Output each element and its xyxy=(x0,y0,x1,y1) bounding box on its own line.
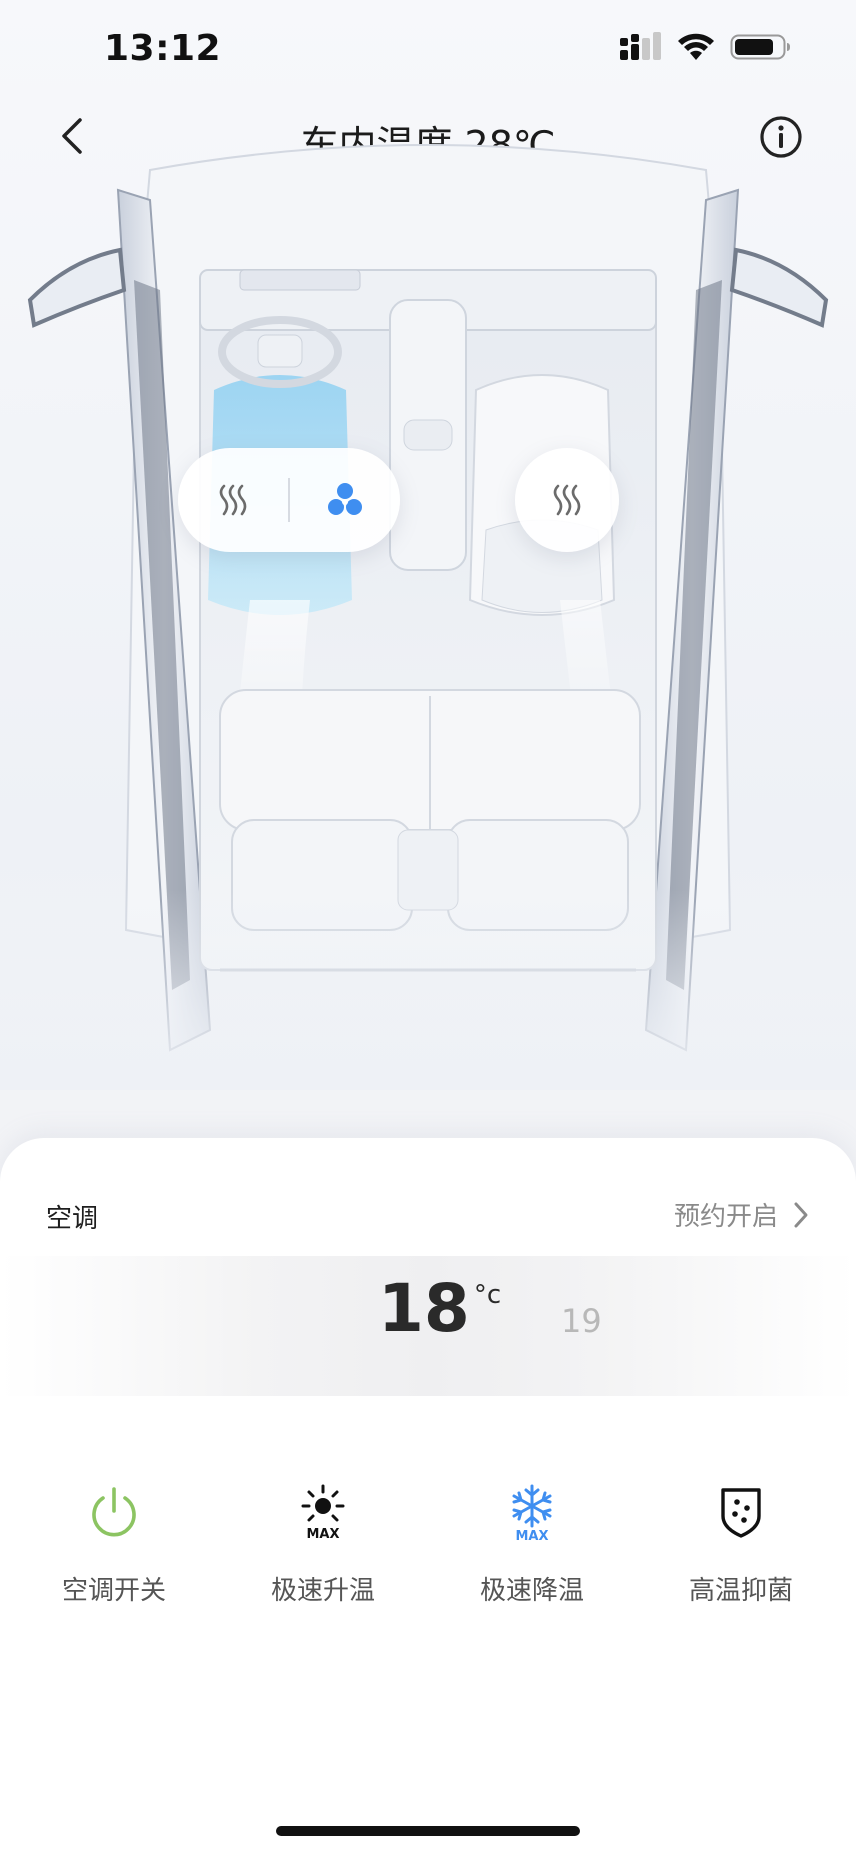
status-time: 13:12 xyxy=(104,28,222,69)
action-label: 极速降温 xyxy=(479,1576,584,1606)
action-label: 高温抑菌 xyxy=(688,1576,793,1606)
left-mirror xyxy=(27,247,127,328)
temperature-value: 18 xyxy=(378,1270,470,1347)
temperature-current: 18 °c xyxy=(378,1276,501,1342)
right-mirror xyxy=(729,247,829,328)
temperature-next-option[interactable]: 19 xyxy=(561,1302,602,1340)
car-cabin-illustration xyxy=(0,144,856,1090)
seat-heat-icon xyxy=(553,484,581,516)
front-seat-ventilation-button[interactable] xyxy=(290,448,400,552)
wifi-icon xyxy=(678,33,714,60)
temperature-picker[interactable]: 18 °c 19 xyxy=(0,1256,856,1396)
temperature-unit: °c xyxy=(473,1280,502,1310)
sterilize-button[interactable]: 高温抑菌 xyxy=(651,1482,831,1622)
shield-dots-icon xyxy=(711,1482,771,1542)
snowflake-max-icon: MAX xyxy=(502,1482,562,1542)
sun-max-icon: MAX xyxy=(293,1482,353,1542)
action-label: 极速升温 xyxy=(270,1576,375,1606)
climate-panel: 空调 预约开启 18 °c 19 空调开关 MAX 极速升温 MAX 极速降温 … xyxy=(0,1138,856,1852)
power-icon xyxy=(84,1482,144,1542)
status-icons xyxy=(618,32,792,62)
cellular-signal-icon xyxy=(620,32,661,60)
action-label: 空调开关 xyxy=(61,1576,166,1606)
max-badge: MAX xyxy=(515,1529,548,1542)
ac-power-button[interactable]: 空调开关 xyxy=(24,1482,204,1622)
schedule-label: 预约开启 xyxy=(673,1202,778,1232)
quick-actions: 空调开关 MAX 极速升温 MAX 极速降温 高温抑菌 xyxy=(0,1482,856,1622)
home-indicator[interactable] xyxy=(276,1826,580,1836)
status-bar: 13:12 xyxy=(0,0,856,100)
front-seat-controls xyxy=(178,448,400,552)
rapid-heat-button[interactable]: MAX 极速升温 xyxy=(233,1482,413,1622)
rear-seat-heat-button[interactable] xyxy=(515,448,619,552)
schedule-button[interactable]: 预约开启 xyxy=(674,1196,810,1233)
seat-ventilation-icon xyxy=(328,483,362,515)
seat-heat-icon xyxy=(219,484,247,516)
max-badge: MAX xyxy=(306,1527,339,1542)
climate-control-screen: 13:12 空调 预约开启 18 °c 19 空调开关 MAX 极速升温 MAX… xyxy=(0,0,856,1852)
rapid-cool-button[interactable]: MAX 极速降温 xyxy=(442,1482,622,1622)
front-seat-heat-button[interactable] xyxy=(178,448,288,552)
panel-label: 空调 xyxy=(46,1204,99,1234)
chevron-right-icon xyxy=(794,1202,808,1227)
battery-icon xyxy=(730,34,790,60)
